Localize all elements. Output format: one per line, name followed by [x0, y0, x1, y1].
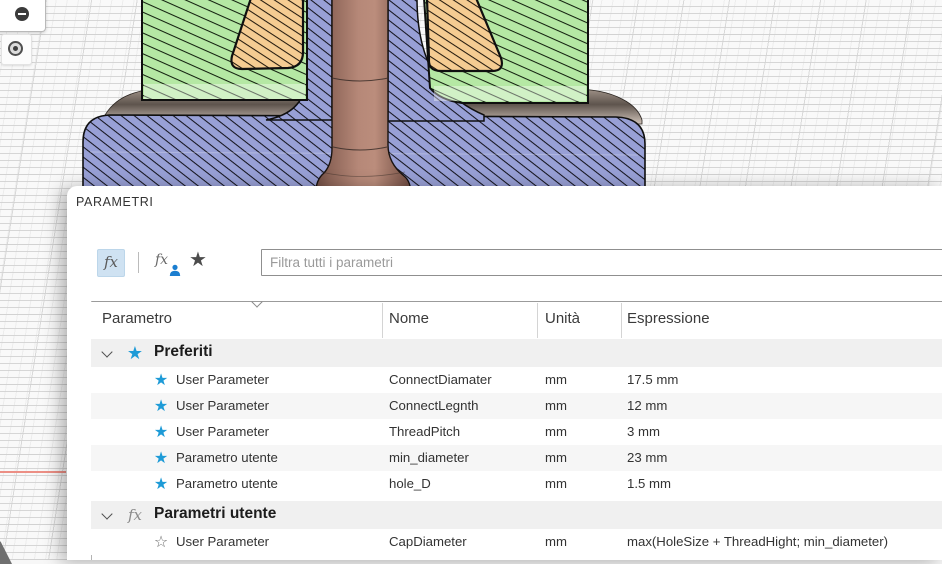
param-expression-cell[interactable]: 12 mm [627, 398, 667, 413]
param-name-cell[interactable]: min_diameter [389, 450, 469, 465]
param-name-cell[interactable]: hole_D [389, 476, 431, 491]
viewport-origin-button[interactable] [1, 34, 32, 65]
chevron-down-icon[interactable] [101, 346, 112, 357]
favorite-star-icon[interactable]: ★ [151, 421, 171, 444]
parameter-row[interactable]: ★ User Parameter ThreadPitch mm 3 mm [91, 419, 942, 445]
minus-circle-icon [15, 7, 29, 21]
sort-chevron-icon[interactable] [251, 296, 262, 307]
parameter-rows: ★ Preferiti ★ User Parameter ConnectDiam… [91, 339, 942, 555]
column-header-unita[interactable]: Unità [545, 310, 580, 327]
parameter-group-row[interactable]: ★ Preferiti [91, 339, 942, 367]
param-unit-cell: mm [545, 534, 567, 549]
param-expression-cell[interactable]: 3 mm [627, 424, 660, 439]
favorite-star-icon[interactable]: ★ [151, 447, 171, 470]
param-expression-cell[interactable]: 1.5 mm [627, 476, 671, 491]
param-type-cell: User Parameter [176, 398, 269, 413]
favorite-star-icon[interactable]: ★ [151, 395, 171, 418]
parameter-row[interactable]: ☆ User Parameter CapDiameter mm max(Hole… [91, 529, 942, 555]
toolbar-separator [138, 252, 139, 273]
chevron-down-icon[interactable] [101, 508, 112, 519]
param-type-cell: User Parameter [176, 372, 269, 387]
fx-user-icon: fx [155, 251, 168, 269]
column-header-nome[interactable]: Nome [389, 310, 429, 327]
param-unit-cell: mm [545, 424, 567, 439]
group-label: Preferiti [154, 343, 213, 361]
param-name-cell[interactable]: ConnectDiamater [389, 372, 492, 387]
parameter-row[interactable]: ★ Parametro utente min_diameter mm 23 mm [91, 445, 942, 471]
param-type-cell: User Parameter [176, 424, 269, 439]
fx-icon: fx [124, 503, 146, 528]
header-divider [621, 303, 622, 338]
param-type-cell: Parametro utente [176, 450, 278, 465]
param-unit-cell: mm [545, 450, 567, 465]
parameter-group-row[interactable]: fx Parametri utente [91, 501, 942, 529]
viewport-collapse-button[interactable] [0, 0, 46, 32]
param-unit-cell: mm [545, 372, 567, 387]
model-edge-fragment [0, 538, 12, 564]
column-header-espressione[interactable]: Espressione [627, 310, 710, 327]
param-expression-cell[interactable]: 23 mm [627, 450, 667, 465]
param-unit-cell: mm [545, 476, 567, 491]
star-icon: ★ [124, 341, 146, 366]
person-icon [169, 264, 181, 276]
show-all-parameters-button[interactable]: fx [97, 249, 125, 277]
favorite-star-icon[interactable]: ☆ [151, 531, 171, 554]
header-divider [382, 303, 383, 338]
favorite-star-icon[interactable]: ★ [151, 473, 171, 496]
param-name-cell[interactable]: CapDiameter [389, 534, 467, 549]
user-parameters-filter-button[interactable]: fx [153, 250, 181, 276]
fx-icon: fx [104, 253, 118, 271]
parameter-row[interactable]: ★ Parametro utente hole_D mm 1.5 mm [91, 471, 942, 497]
parameters-panel: PARAMETRI fx fx ★ Parametro Nome Unità E… [67, 186, 942, 560]
param-unit-cell: mm [545, 398, 567, 413]
parameter-row[interactable]: ★ User Parameter ConnectDiamater mm 17.5… [91, 367, 942, 393]
param-expression-cell[interactable]: max(HoleSize + ThreadHight; min_diameter… [627, 534, 888, 549]
x-axis-line [0, 471, 66, 473]
favorite-star-icon[interactable]: ★ [151, 369, 171, 392]
param-name-cell[interactable]: ConnectLegnth [389, 398, 478, 413]
group-label: Parametri utente [154, 505, 276, 523]
model-cross-section [0, 0, 942, 200]
param-type-cell: Parametro utente [176, 476, 278, 491]
table-header: Parametro Nome Unità Espressione [91, 302, 942, 339]
param-expression-cell[interactable]: 17.5 mm [627, 372, 678, 387]
panel-title: PARAMETRI [76, 195, 153, 209]
filter-input[interactable] [261, 249, 942, 276]
column-header-parametro[interactable]: Parametro [102, 310, 172, 327]
param-type-cell: User Parameter [176, 534, 269, 549]
param-name-cell[interactable]: ThreadPitch [389, 424, 460, 439]
parameter-row[interactable]: ★ User Parameter ConnectLegnth mm 12 mm [91, 393, 942, 419]
record-dot-icon [8, 41, 23, 56]
header-divider [537, 303, 538, 338]
favorites-filter-button[interactable]: ★ [189, 247, 207, 273]
